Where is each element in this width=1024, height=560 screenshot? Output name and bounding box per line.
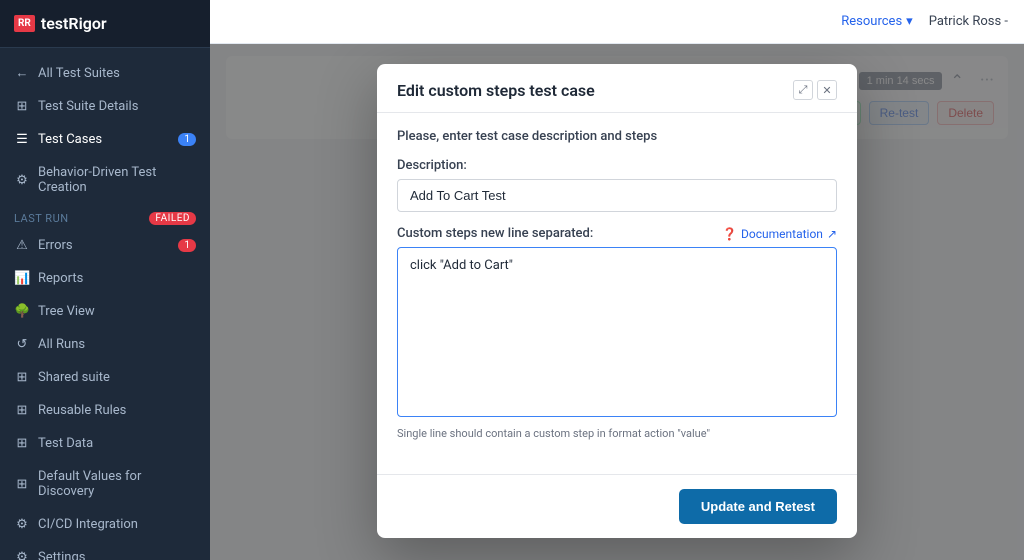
sidebar-item-test-suite-details[interactable]: ⊞ Test Suite Details bbox=[0, 90, 210, 123]
user-name: Patrick Ross - bbox=[929, 14, 1008, 29]
modal-footer: Update and Retest bbox=[377, 474, 857, 538]
steps-textarea[interactable]: click "Add to Cart" bbox=[397, 247, 837, 417]
sidebar-item-label: Default Values for Discovery bbox=[38, 469, 196, 499]
documentation-link[interactable]: ❓ Documentation ↗ bbox=[722, 227, 837, 241]
sidebar-item-label: Settings bbox=[38, 550, 85, 560]
gear-icon: ⚙ bbox=[14, 173, 30, 188]
modal-title: Edit custom steps test case bbox=[397, 81, 595, 100]
sidebar-item-test-data[interactable]: ⊞ Test Data bbox=[0, 427, 210, 460]
edit-custom-steps-modal: Edit custom steps test case ⤢ ✕ Please, … bbox=[377, 64, 857, 538]
modal-close-buttons: ⤢ ✕ bbox=[793, 80, 837, 100]
list-icon: ☰ bbox=[14, 132, 30, 147]
runs-icon: ↺ bbox=[14, 337, 30, 352]
sidebar-item-reusable-rules[interactable]: ⊞ Reusable Rules bbox=[0, 394, 210, 427]
data-icon: ⊞ bbox=[14, 436, 30, 451]
topbar: Resources ▾ Patrick Ross - bbox=[210, 0, 1024, 44]
sidebar-item-label: Behavior-Driven Test Creation bbox=[38, 165, 196, 195]
help-icon: ❓ bbox=[722, 227, 737, 241]
steps-header: Custom steps new line separated: ❓ Docum… bbox=[397, 226, 837, 241]
back-icon: ← bbox=[14, 65, 30, 81]
last-run-section: Last Run Failed bbox=[0, 204, 210, 229]
sidebar-item-tree-view[interactable]: 🌳 Tree View bbox=[0, 295, 210, 328]
main-content: Resources ▾ Patrick Ross - Failed 1 min … bbox=[210, 0, 1024, 560]
sidebar-item-label: Test Suite Details bbox=[38, 99, 138, 114]
logo-name: testRigor bbox=[41, 14, 107, 33]
sidebar: RR testRigor ← All Test Suites ⊞ Test Su… bbox=[0, 0, 210, 560]
resources-label: Resources bbox=[841, 14, 902, 29]
steps-hint: Single line should contain a custom step… bbox=[397, 427, 837, 440]
shared-icon: ⊞ bbox=[14, 370, 30, 385]
description-input[interactable] bbox=[397, 179, 837, 212]
description-label: Description: bbox=[397, 158, 837, 173]
settings-icon: ⚙ bbox=[14, 550, 30, 560]
sidebar-item-behavior-driven[interactable]: ⚙ Behavior-Driven Test Creation bbox=[0, 156, 210, 204]
last-run-label: Last Run bbox=[14, 212, 69, 225]
warning-icon: ⚠ bbox=[14, 238, 30, 253]
sidebar-item-label: All Runs bbox=[38, 337, 85, 352]
sidebar-item-reports[interactable]: 📊 Reports bbox=[0, 262, 210, 295]
resources-button[interactable]: Resources ▾ bbox=[841, 14, 912, 29]
sidebar-item-errors[interactable]: ⚠ Errors 1 bbox=[0, 229, 210, 262]
modal-subtitle: Please, enter test case description and … bbox=[397, 129, 837, 144]
update-retest-button[interactable]: Update and Retest bbox=[679, 489, 837, 524]
sidebar-item-label: Reports bbox=[38, 271, 83, 286]
steps-label: Custom steps new line separated: bbox=[397, 226, 593, 241]
modal-body: Please, enter test case description and … bbox=[377, 113, 857, 474]
sidebar-item-shared-suite[interactable]: ⊞ Shared suite bbox=[0, 361, 210, 394]
logo-area: RR testRigor bbox=[0, 0, 210, 48]
description-group: Description: bbox=[397, 158, 837, 212]
sidebar-item-label: Tree View bbox=[38, 304, 95, 319]
grid-icon: ⊞ bbox=[14, 99, 30, 114]
chevron-down-icon: ▾ bbox=[906, 14, 913, 29]
sidebar-item-label: Test Cases bbox=[38, 132, 102, 147]
last-run-badge: Failed bbox=[149, 212, 196, 225]
external-link-icon: ↗ bbox=[827, 227, 837, 241]
errors-badge: 1 bbox=[178, 239, 196, 252]
modal-overlay: Edit custom steps test case ⤢ ✕ Please, … bbox=[210, 44, 1024, 560]
modal-header: Edit custom steps test case ⤢ ✕ bbox=[377, 64, 857, 113]
sidebar-item-label: All Test Suites bbox=[38, 66, 120, 81]
sidebar-item-settings[interactable]: ⚙ Settings bbox=[0, 541, 210, 560]
default-icon: ⊞ bbox=[14, 477, 30, 492]
reports-icon: 📊 bbox=[14, 271, 30, 286]
sidebar-item-label: Reusable Rules bbox=[38, 403, 126, 418]
sidebar-item-all-runs[interactable]: ↺ All Runs bbox=[0, 328, 210, 361]
sidebar-item-test-cases[interactable]: ☰ Test Cases 1 bbox=[0, 123, 210, 156]
test-cases-badge: 1 bbox=[178, 133, 196, 146]
content-area: Failed 1 min 14 secs ⌃ ··· Edit test cas… bbox=[210, 44, 1024, 560]
sidebar-item-label: Shared suite bbox=[38, 370, 110, 385]
sidebar-item-default-values[interactable]: ⊞ Default Values for Discovery bbox=[0, 460, 210, 508]
steps-group: Custom steps new line separated: ❓ Docum… bbox=[397, 226, 837, 440]
sidebar-item-label: CI/CD Integration bbox=[38, 517, 138, 532]
tree-icon: 🌳 bbox=[14, 304, 30, 319]
sidebar-item-cicd[interactable]: ⚙ CI/CD Integration bbox=[0, 508, 210, 541]
topbar-right: Resources ▾ Patrick Ross - bbox=[841, 14, 1008, 29]
rules-icon: ⊞ bbox=[14, 403, 30, 418]
sidebar-nav: ← All Test Suites ⊞ Test Suite Details ☰… bbox=[0, 48, 210, 560]
expand-modal-button[interactable]: ⤢ bbox=[793, 80, 813, 100]
sidebar-item-label: Test Data bbox=[38, 436, 93, 451]
close-modal-button[interactable]: ✕ bbox=[817, 80, 837, 100]
logo-abbr: RR bbox=[14, 15, 35, 32]
doc-label: Documentation bbox=[741, 227, 823, 241]
sidebar-item-all-test-suites[interactable]: ← All Test Suites bbox=[0, 56, 210, 90]
sidebar-item-label: Errors bbox=[38, 238, 73, 253]
cicd-icon: ⚙ bbox=[14, 517, 30, 532]
